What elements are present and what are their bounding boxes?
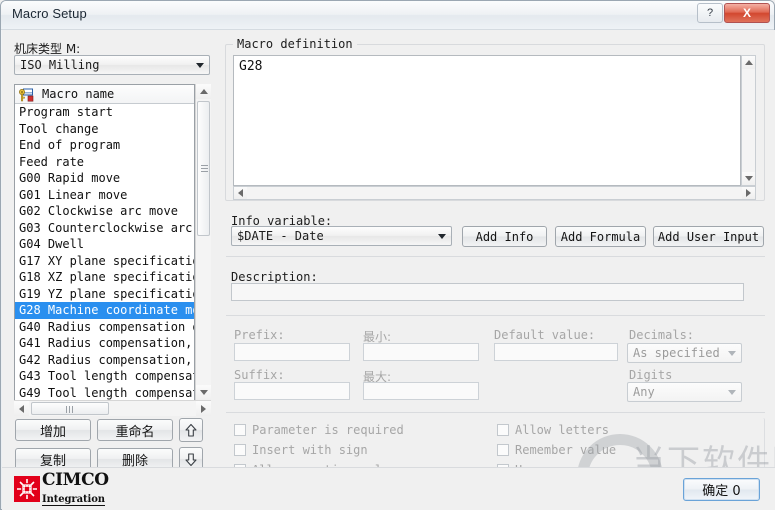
macro-list-item[interactable]: G40 Radius compensation off [15,319,194,336]
divider-2 [226,315,765,316]
chevron-down-icon [723,344,741,362]
scroll-left-icon[interactable] [14,401,29,416]
macro-list-item[interactable]: G03 Counterclockwise arc mo [15,220,194,237]
grip-icon [66,406,74,413]
decimals-select[interactable]: As specified [627,343,742,363]
add-formula-button[interactable]: Add Formula [555,226,646,247]
info-variable-value: $DATE - Date [237,229,324,243]
dialog-body: 机床类型 M: ISO Milling Macro name Program s… [2,30,775,510]
window-controls: ? X [697,3,770,23]
chevron-down-icon [191,56,209,74]
chevron-down-icon [723,383,741,401]
info-variable-select[interactable]: $DATE - Date [231,226,452,246]
decimals-value: As specified [633,346,720,360]
chevron-down-icon [433,227,451,245]
macro-definition-textarea[interactable]: G28 [233,55,741,186]
vscroll-thumb[interactable] [197,101,210,236]
suffix-input[interactable] [234,382,350,400]
help-button[interactable]: ? [697,3,723,23]
macro-list-item[interactable]: G19 YZ plane specification [15,286,194,303]
cimco-wordmark: CIMCO Integration [42,472,109,506]
digits-select[interactable]: Any [627,382,742,402]
macro-list-item[interactable]: G28 Machine coordinate mode [15,302,194,319]
cimco-brand-bottom: Integration [42,494,105,506]
scroll-left-icon[interactable] [234,187,247,199]
decimals-label: Decimals: [629,328,695,342]
scroll-down-icon[interactable] [196,385,211,400]
prefix-label: Prefix: [234,328,285,342]
footer-bar [2,467,775,510]
digits-label: Digits [629,368,673,382]
macro-list-vscrollbar[interactable] [195,84,211,400]
macro-list-item[interactable]: G18 XZ plane specification [15,269,194,286]
move-up-button[interactable] [179,418,203,442]
macro-list-item[interactable]: End of program [15,137,194,154]
max-input[interactable] [363,382,479,400]
digits-value: Any [633,385,655,399]
description-label: Description: [231,270,318,284]
arrow-up-icon [185,423,197,437]
macro-list-item[interactable]: G00 Rapid move [15,170,194,187]
app-root: Macro Setup ? X 机床类型 M: ISO Milling Macr… [0,0,775,510]
grip-icon [201,164,208,173]
add-info-button[interactable]: Add Info [462,226,547,247]
hscroll-thumb[interactable] [31,402,109,415]
macro-list-item[interactable]: G17 XY plane specification [15,253,194,270]
macro-list-header: Macro name [15,85,194,104]
suffix-label: Suffix: [234,368,285,382]
divider-3 [226,412,765,413]
definition-hscrollbar[interactable] [233,186,756,200]
macro-list-item[interactable]: Feed rate [15,154,194,171]
macro-key-icon [19,87,34,102]
macro-list-header-label: Macro name [42,87,115,101]
macro-list-item[interactable]: G49 Tool length compensatio [15,385,194,402]
scroll-right-icon[interactable] [742,187,755,199]
macro-list-item[interactable]: G02 Clockwise arc move [15,203,194,220]
arrow-down-icon [185,452,197,466]
divider-1 [226,256,765,257]
default-value-input[interactable] [494,343,618,361]
description-input[interactable] [231,283,744,301]
macro-list-item[interactable]: G04 Dwell [15,236,194,253]
definition-vscrollbar[interactable] [741,55,756,186]
add-user-input-button[interactable]: Add User Input [653,226,764,247]
macro-list-item[interactable]: G01 Linear move [15,187,194,204]
macro-list-hscrollbar[interactable] [14,400,211,416]
prefix-input[interactable] [234,343,350,361]
macro-list-item[interactable]: G42 Radius compensation, ri [15,352,194,369]
cimco-logo: CIMCO Integration [14,472,109,506]
ok-button[interactable]: 确定 0 [683,478,760,501]
window-title: Macro Setup [12,6,87,21]
macro-list-item[interactable]: G43 Tool length compensatio [15,368,194,385]
cimco-brand-top: CIMCO [42,470,109,490]
scroll-down-icon[interactable] [742,172,755,185]
scroll-up-icon[interactable] [196,84,211,99]
macro-list-item[interactable]: Tool change [15,121,194,138]
machine-type-value: ISO Milling [20,58,100,72]
cimco-mark-icon [14,476,40,502]
macro-list-item[interactable]: Program start [15,104,194,121]
macro-list-item[interactable]: G41 Radius compensation, le [15,335,194,352]
add-macro-button[interactable]: 增加 [15,419,91,441]
scroll-up-icon[interactable] [742,56,755,69]
scroll-right-icon[interactable] [196,401,211,416]
title-bar: Macro Setup ? X [1,1,774,30]
min-input[interactable] [363,343,479,361]
macro-list[interactable]: Macro name Program start Tool change End o… [14,84,195,416]
default-value-label: Default value: [494,328,596,342]
close-button[interactable]: X [724,3,770,23]
macro-setup-window: Macro Setup ? X 机床类型 M: ISO Milling Macr… [0,0,775,510]
machine-type-select[interactable]: ISO Milling [14,55,210,75]
rename-macro-button[interactable]: 重命名 [97,419,173,441]
macro-definition-label: Macro definition [233,37,357,51]
macro-list-items: Program start Tool change End of program Fe… [15,104,194,415]
